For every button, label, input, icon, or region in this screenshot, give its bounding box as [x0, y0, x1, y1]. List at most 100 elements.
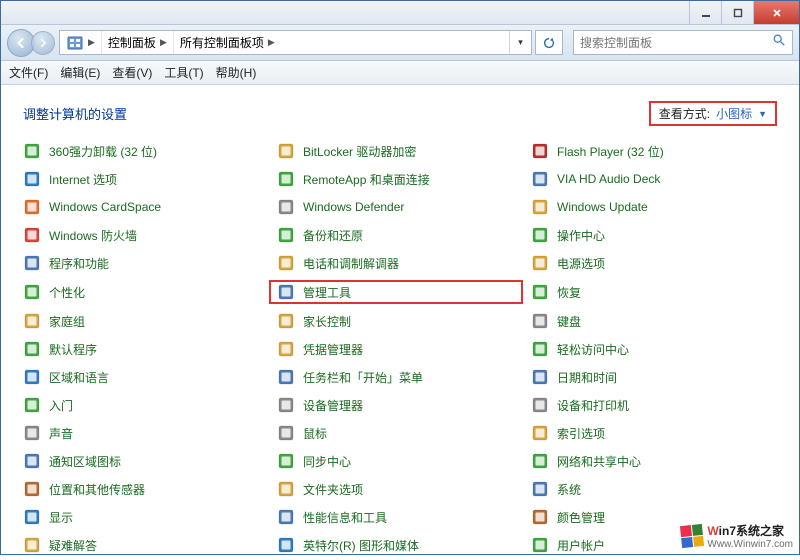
- applet-item[interactable]: 系统: [531, 478, 777, 500]
- applet-item[interactable]: 电源选项: [531, 252, 777, 274]
- applet-label: 区域和语言: [49, 369, 109, 386]
- applet-item[interactable]: 恢复: [531, 280, 777, 304]
- breadcrumb[interactable]: ▶ 控制面板▶ 所有控制面板项▶ ▾: [59, 30, 532, 55]
- default-icon: [23, 340, 41, 358]
- applet-item[interactable]: 键盘: [531, 310, 777, 332]
- keyboard-icon: [531, 312, 549, 330]
- chevron-icon: ▶: [268, 37, 275, 48]
- nav-buttons: [7, 29, 55, 57]
- refresh-button[interactable]: [535, 30, 563, 55]
- programs-icon: [23, 254, 41, 272]
- bitlocker-icon: [277, 142, 295, 160]
- applet-item[interactable]: 位置和其他传感器: [23, 478, 269, 500]
- remoteapp-icon: [277, 170, 295, 188]
- applet-item[interactable]: 默认程序: [23, 338, 269, 360]
- applet-item[interactable]: BitLocker 驱动器加密: [277, 140, 523, 162]
- applet-label: 颜色管理: [557, 509, 605, 526]
- breadcrumb-seg[interactable]: 所有控制面板项: [180, 34, 264, 51]
- applet-item[interactable]: 区域和语言: [23, 366, 269, 388]
- applet-item[interactable]: 设备和打印机: [531, 394, 777, 416]
- menu-file[interactable]: 文件(F): [9, 64, 48, 81]
- applet-item[interactable]: 轻松访问中心: [531, 338, 777, 360]
- applet-item[interactable]: 疑难解答: [23, 534, 269, 554]
- applet-label: 轻松访问中心: [557, 341, 629, 358]
- content-area: 调整计算机的设置 查看方式: 小图标 ▼ 360强力卸载 (32 位) BitL…: [1, 85, 799, 554]
- applet-item[interactable]: 程序和功能: [23, 252, 269, 274]
- applet-item[interactable]: 网络和共享中心: [531, 450, 777, 472]
- applet-item[interactable]: 任务栏和「开始」菜单: [277, 366, 523, 388]
- applet-item[interactable]: RemoteApp 和桌面连接: [277, 168, 523, 190]
- applet-item[interactable]: 个性化: [23, 280, 269, 304]
- applet-item[interactable]: Flash Player (32 位): [531, 140, 777, 162]
- applet-item[interactable]: VIA HD Audio Deck: [531, 168, 777, 190]
- menu-help[interactable]: 帮助(H): [216, 64, 257, 81]
- items-scroll[interactable]: 360强力卸载 (32 位) BitLocker 驱动器加密 Flash Pla…: [1, 134, 799, 554]
- applet-item[interactable]: Windows Update: [531, 196, 777, 218]
- applet-label: 网络和共享中心: [557, 453, 641, 470]
- close-button[interactable]: [753, 1, 799, 24]
- globe-icon: [23, 170, 41, 188]
- action-icon: [531, 226, 549, 244]
- applet-item[interactable]: 日期和时间: [531, 366, 777, 388]
- applet-item[interactable]: 索引选项: [531, 422, 777, 444]
- applet-item[interactable]: 颜色管理: [531, 506, 777, 528]
- applet-label: 操作中心: [557, 227, 605, 244]
- applet-label: 电源选项: [557, 255, 605, 272]
- sync-icon: [277, 452, 295, 470]
- applet-label: 设备和打印机: [557, 397, 629, 414]
- breadcrumb-dropdown[interactable]: ▾: [509, 31, 531, 54]
- indexing-icon: [531, 424, 549, 442]
- applet-item[interactable]: 同步中心: [277, 450, 523, 472]
- applet-item[interactable]: 管理工具: [269, 280, 523, 304]
- applet-item[interactable]: 家庭组: [23, 310, 269, 332]
- titlebar: [1, 1, 799, 25]
- menu-view[interactable]: 查看(V): [112, 64, 152, 81]
- applet-item[interactable]: 性能信息和工具: [277, 506, 523, 528]
- maximize-button[interactable]: [721, 1, 753, 24]
- applet-item[interactable]: Windows 防火墙: [23, 224, 269, 246]
- applet-item[interactable]: 鼠标: [277, 422, 523, 444]
- applet-item[interactable]: Windows Defender: [277, 196, 523, 218]
- chevron-icon: ▶: [88, 37, 95, 48]
- applet-item[interactable]: 设备管理器: [277, 394, 523, 416]
- color-icon: [531, 508, 549, 526]
- applet-item[interactable]: 电话和调制解调器: [277, 252, 523, 274]
- admintool-icon: [277, 283, 295, 301]
- search-box[interactable]: [573, 30, 793, 55]
- uninstall-icon: [23, 142, 41, 160]
- applet-item[interactable]: 入门: [23, 394, 269, 416]
- menu-tools[interactable]: 工具(T): [164, 64, 203, 81]
- applet-item[interactable]: 家长控制: [277, 310, 523, 332]
- applet-label: 360强力卸载 (32 位): [49, 143, 157, 160]
- applet-item[interactable]: 通知区域图标: [23, 450, 269, 472]
- applet-label: 性能信息和工具: [303, 509, 387, 526]
- control-panel-window: ▶ 控制面板▶ 所有控制面板项▶ ▾ 文件(F) 编辑(E) 查看(V) 工具(…: [0, 0, 800, 555]
- breadcrumb-seg[interactable]: 控制面板: [108, 34, 156, 51]
- power-icon: [531, 254, 549, 272]
- applet-item[interactable]: 备份和还原: [277, 224, 523, 246]
- forward-button[interactable]: [31, 31, 55, 55]
- applet-item[interactable]: 360强力卸载 (32 位): [23, 140, 269, 162]
- applet-item[interactable]: 文件夹选项: [277, 478, 523, 500]
- applet-item[interactable]: 英特尔(R) 图形和媒体: [277, 534, 523, 554]
- applet-item[interactable]: 显示: [23, 506, 269, 528]
- display-icon: [23, 508, 41, 526]
- applet-label: 显示: [49, 509, 73, 526]
- minimize-button[interactable]: [689, 1, 721, 24]
- menu-edit[interactable]: 编辑(E): [60, 64, 100, 81]
- notify-icon: [23, 452, 41, 470]
- applet-item[interactable]: Internet 选项: [23, 168, 269, 190]
- applet-item[interactable]: 凭据管理器: [277, 338, 523, 360]
- address-bar: ▶ 控制面板▶ 所有控制面板项▶ ▾: [1, 25, 799, 61]
- applet-item[interactable]: 用户帐户: [531, 534, 777, 554]
- applet-item[interactable]: 操作中心: [531, 224, 777, 246]
- applet-item[interactable]: 声音: [23, 422, 269, 444]
- view-mode-selector[interactable]: 查看方式: 小图标 ▼: [649, 101, 777, 126]
- content-header: 调整计算机的设置 查看方式: 小图标 ▼: [1, 85, 799, 134]
- applet-label: Windows 防火墙: [49, 227, 137, 244]
- search-input[interactable]: [580, 36, 772, 50]
- credential-icon: [277, 340, 295, 358]
- trouble-icon: [23, 536, 41, 554]
- applet-label: Windows Update: [557, 200, 648, 214]
- applet-item[interactable]: Windows CardSpace: [23, 196, 269, 218]
